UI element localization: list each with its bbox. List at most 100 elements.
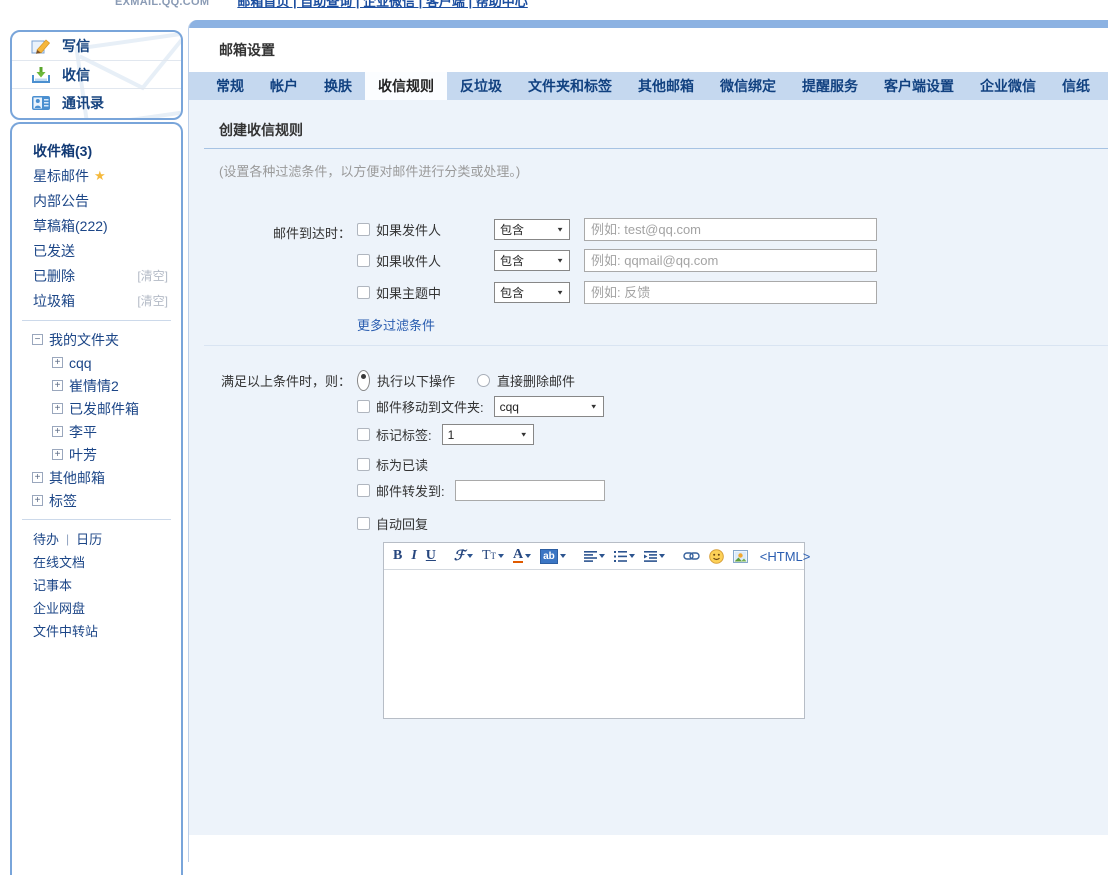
tree-folder-cuiqingqing2[interactable]: 崔情情2 (12, 374, 181, 397)
tag-select[interactable]: 1 ▼ (442, 424, 534, 445)
online-docs-link[interactable]: 在线文档 (33, 552, 85, 571)
tab-general[interactable]: 常规 (203, 72, 257, 100)
chevron-down-icon: ▼ (556, 289, 564, 296)
expand-icon[interactable] (52, 449, 63, 460)
tab-stationery[interactable]: 信纸 (1049, 72, 1103, 100)
bold-icon[interactable]: B (393, 548, 402, 564)
forward-address-input[interactable] (455, 480, 605, 501)
tab-reminder-service[interactable]: 提醒服务 (789, 72, 871, 100)
forward-label: 邮件转发到: (376, 481, 445, 500)
file-transfer-link[interactable]: 文件中转站 (33, 621, 98, 640)
folder-sent[interactable]: 已发送 (12, 238, 181, 263)
tree-folder-sent-mailbox[interactable]: 已发邮件箱 (12, 397, 181, 420)
underline-icon[interactable]: U (426, 548, 436, 564)
expand-icon[interactable] (52, 380, 63, 391)
recipient-value-input[interactable] (584, 249, 877, 272)
delete-mail-radio[interactable] (477, 374, 490, 387)
expand-icon[interactable] (32, 495, 43, 506)
subject-checkbox[interactable] (357, 286, 370, 299)
font-color-icon[interactable]: A (513, 549, 531, 563)
html-button[interactable]: <HTML> (760, 549, 811, 564)
execute-actions-radio[interactable] (357, 370, 370, 391)
receive-label: 收信 (62, 65, 90, 85)
enterprise-drive-link[interactable]: 企业网盘 (33, 598, 85, 617)
receive-icon (31, 66, 51, 84)
expand-icon[interactable] (52, 403, 63, 414)
tab-folders-tags[interactable]: 文件夹和标签 (515, 72, 625, 100)
tree-tags[interactable]: 标签 (12, 489, 181, 512)
autoreply-checkbox[interactable] (357, 517, 370, 530)
expand-icon[interactable] (32, 472, 43, 483)
more-filters-link[interactable]: 更多过滤条件 (357, 315, 435, 334)
indent-icon[interactable] (644, 551, 665, 562)
expand-icon[interactable] (52, 357, 63, 368)
folder-drafts[interactable]: 草稿箱(222) (12, 213, 181, 238)
compose-icon (31, 37, 51, 55)
tab-skin[interactable]: 换肤 (311, 72, 365, 100)
sidebar-item-receive[interactable]: 收信 (12, 60, 181, 88)
calendar-link[interactable]: 日历 (76, 529, 102, 548)
tree-my-folders[interactable]: 我的文件夹 (12, 328, 181, 351)
folder-deleted[interactable]: 已删除 [清空] (12, 263, 181, 288)
folder-starred[interactable]: 星标邮件 ★ (12, 163, 181, 188)
empty-deleted-link[interactable]: [清空] (137, 267, 168, 284)
move-folder-checkbox[interactable] (357, 400, 370, 413)
highlight-icon[interactable]: ab (540, 549, 566, 564)
tree-other-mailboxes[interactable]: 其他邮箱 (12, 466, 181, 489)
emoticon-icon[interactable] (709, 549, 724, 564)
tag-checkbox[interactable] (357, 428, 370, 441)
tag-label: 标记标签: (376, 425, 432, 444)
subject-label: 如果主题中 (376, 283, 488, 302)
folder-inbox[interactable]: 收件箱(3) (12, 138, 181, 163)
top-clipped-links[interactable]: 邮箱首页 | 自助查询 | 企业微信 | 客户端 | 帮助中心 (237, 0, 527, 11)
font-size-icon[interactable]: TT (482, 548, 504, 564)
folder-spam[interactable]: 垃圾箱 [清空] (12, 288, 181, 313)
expand-icon[interactable] (52, 426, 63, 437)
mark-read-checkbox[interactable] (357, 458, 370, 471)
tab-account[interactable]: 帐户 (257, 72, 311, 100)
folder-announcements[interactable]: 内部公告 (12, 188, 181, 213)
italic-icon[interactable]: I (411, 548, 416, 564)
contacts-icon (31, 95, 51, 111)
autoreply-editor: B I U ℱ TT A ab (383, 542, 805, 719)
sidebar-item-contacts[interactable]: 通讯录 (12, 88, 181, 116)
empty-spam-link[interactable]: [清空] (137, 292, 168, 309)
sender-checkbox[interactable] (357, 223, 370, 236)
tab-mail-rules[interactable]: 收信规则 (365, 72, 447, 100)
link-icon[interactable] (683, 551, 700, 561)
section-divider (204, 345, 1108, 346)
font-family-icon[interactable]: ℱ (454, 548, 473, 565)
tree-folder-liping[interactable]: 李平 (12, 420, 181, 443)
move-folder-select[interactable]: cqq ▼ (494, 396, 604, 417)
sender-value-input[interactable] (584, 218, 877, 241)
editor-toolbar: B I U ℱ TT A ab (384, 543, 804, 570)
subject-operator-select[interactable]: 包含 ▼ (494, 282, 570, 303)
tab-other-mailboxes[interactable]: 其他邮箱 (625, 72, 707, 100)
compose-label: 写信 (62, 36, 90, 56)
notes-link[interactable]: 记事本 (33, 575, 72, 594)
tab-enterprise-wechat[interactable]: 企业微信 (967, 72, 1049, 100)
recipient-checkbox[interactable] (357, 254, 370, 267)
list-icon[interactable] (614, 551, 635, 562)
sender-operator-select[interactable]: 包含 ▼ (494, 219, 570, 240)
editor-body[interactable] (384, 570, 804, 718)
recipient-label: 如果收件人 (376, 251, 488, 270)
tree-folder-yefang[interactable]: 叶芳 (12, 443, 181, 466)
chevron-down-icon: ▼ (556, 226, 564, 233)
align-icon[interactable] (584, 551, 605, 562)
todo-link[interactable]: 待办 (33, 529, 59, 548)
then-label: 满足以上条件时，则： (189, 371, 351, 390)
subject-value-input[interactable] (584, 281, 877, 304)
tree-folder-cqq[interactable]: cqq (12, 351, 181, 374)
section-hint: (设置各种过滤条件，以方便对邮件进行分类或处理。) (219, 161, 520, 180)
tab-wechat-binding[interactable]: 微信绑定 (707, 72, 789, 100)
chevron-down-icon: ▼ (556, 257, 564, 264)
sidebar-item-compose[interactable]: 写信 (12, 32, 181, 60)
page-title: 邮箱设置 (219, 40, 275, 60)
recipient-operator-select[interactable]: 包含 ▼ (494, 250, 570, 271)
tab-client-settings[interactable]: 客户端设置 (871, 72, 967, 100)
forward-checkbox[interactable] (357, 484, 370, 497)
image-icon[interactable] (733, 550, 748, 563)
tab-antispam[interactable]: 反垃圾 (447, 72, 515, 100)
collapse-icon[interactable] (32, 334, 43, 345)
